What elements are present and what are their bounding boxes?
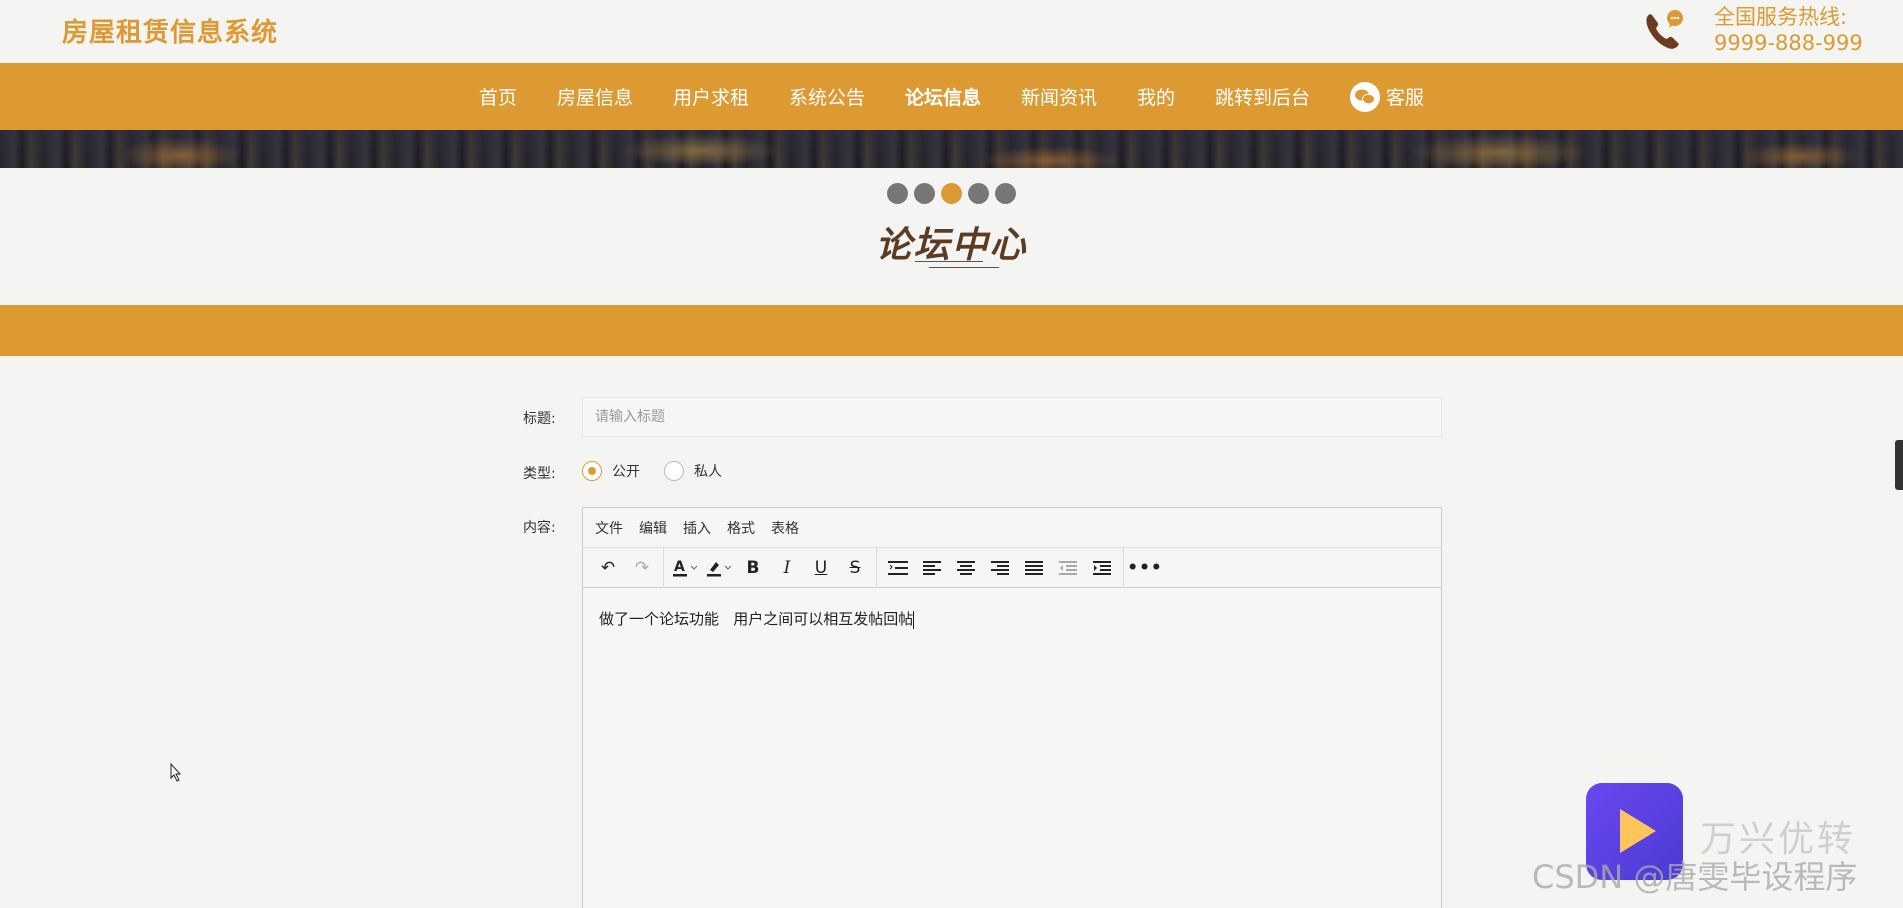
undo-icon[interactable]: ↶ [591, 553, 625, 583]
hotline: 全国服务热线: 9999-888-999 [1642, 4, 1863, 56]
side-tab-handle[interactable] [1895, 440, 1903, 490]
svg-text:A: A [674, 559, 685, 575]
toolbar-separator [663, 547, 664, 588]
indent-icon[interactable] [1085, 553, 1119, 583]
underline-icon[interactable]: U [804, 553, 838, 583]
nav-item-forum[interactable]: 论坛信息 [905, 83, 981, 110]
title-input[interactable] [582, 397, 1442, 437]
editor-menubar: 文件 编辑 插入 格式 表格 [583, 508, 1441, 548]
align-justify-icon[interactable] [1017, 553, 1051, 583]
orange-divider [0, 305, 1903, 356]
carousel-dot-active[interactable] [941, 183, 962, 204]
section-header: 论坛中心 [0, 168, 1903, 305]
banner-image [0, 130, 1903, 168]
editor-content-area[interactable]: 做了一个论坛功能 用户之间可以相互发帖回帖 [583, 588, 1441, 649]
type-public-label[interactable]: 公开 [612, 461, 640, 481]
text-cursor [913, 610, 915, 629]
nav-item-system-notice[interactable]: 系统公告 [789, 83, 865, 110]
content-label: 内容: [523, 520, 556, 536]
nav-item-news[interactable]: 新闻资讯 [1021, 83, 1097, 110]
highlight-color-icon[interactable] [702, 553, 736, 583]
mouse-cursor-icon [170, 763, 182, 782]
bold-icon[interactable]: B [736, 553, 770, 583]
type-private-radio[interactable] [664, 461, 684, 481]
toolbar-separator [1123, 547, 1124, 588]
outdent-icon[interactable] [1051, 553, 1085, 583]
type-public-radio[interactable] [582, 461, 602, 481]
menu-edit[interactable]: 编辑 [639, 518, 667, 538]
title-underline [915, 261, 999, 269]
hotline-text: 全国服务热线: 9999-888-999 [1714, 4, 1863, 56]
more-icon[interactable]: ••• [1127, 553, 1162, 583]
menu-format[interactable]: 格式 [727, 518, 755, 538]
watermark-csdn: CSDN @唐雯毕设程序 [1532, 858, 1858, 896]
nav-item-service[interactable]: 客服 [1350, 81, 1425, 112]
align-left-icon[interactable] [915, 553, 949, 583]
italic-icon[interactable]: I [770, 553, 804, 583]
menu-file[interactable]: 文件 [595, 518, 623, 538]
text-color-icon[interactable]: A [668, 553, 702, 583]
menu-insert[interactable]: 插入 [683, 518, 711, 538]
hotline-label: 全国服务热线: [1714, 5, 1848, 29]
hotline-number: 9999-888-999 [1714, 31, 1863, 55]
nav-item-home[interactable]: 首页 [479, 83, 517, 110]
nav-item-house-info[interactable]: 房屋信息 [557, 83, 633, 110]
redo-icon[interactable]: ↷ [625, 553, 659, 583]
type-radio-group: 公开 私人 [582, 461, 746, 481]
carousel-dot[interactable] [995, 183, 1016, 204]
carousel-dot[interactable] [968, 183, 989, 204]
site-title[interactable]: 房屋租赁信息系统 [62, 12, 278, 49]
rich-text-editor: 文件 编辑 插入 格式 表格 ↶ ↷ A B I U S ••• 做了一个论坛功… [582, 507, 1442, 908]
nav-item-admin[interactable]: 跳转到后台 [1215, 83, 1310, 110]
carousel-dot[interactable] [887, 183, 908, 204]
nav-item-user-rent-request[interactable]: 用户求租 [673, 83, 749, 110]
type-private-label[interactable]: 私人 [694, 461, 722, 481]
editor-content-text: 做了一个论坛功能 用户之间可以相互发帖回帖 [599, 610, 914, 628]
editor-toolbar: ↶ ↷ A B I U S ••• [583, 547, 1441, 588]
phone-icon [1642, 8, 1686, 52]
menu-table[interactable]: 表格 [771, 518, 799, 538]
type-label: 类型: [523, 466, 556, 482]
top-bar: 房屋租赁信息系统 全国服务热线: 9999-888-999 [0, 0, 1903, 63]
service-label: 客服 [1386, 87, 1425, 109]
nav-item-mine[interactable]: 我的 [1137, 83, 1175, 110]
line-height-icon[interactable] [881, 553, 915, 583]
toolbar-separator [876, 547, 877, 588]
align-right-icon[interactable] [983, 553, 1017, 583]
carousel-dot[interactable] [914, 183, 935, 204]
wechat-icon [1350, 81, 1381, 112]
title-label: 标题: [523, 411, 556, 427]
strikethrough-icon[interactable]: S [838, 553, 872, 583]
align-center-icon[interactable] [949, 553, 983, 583]
carousel-dots [0, 183, 1903, 204]
main-nav: 首页 房屋信息 用户求租 系统公告 论坛信息 新闻资讯 我的 跳转到后台 客服 [0, 63, 1903, 130]
